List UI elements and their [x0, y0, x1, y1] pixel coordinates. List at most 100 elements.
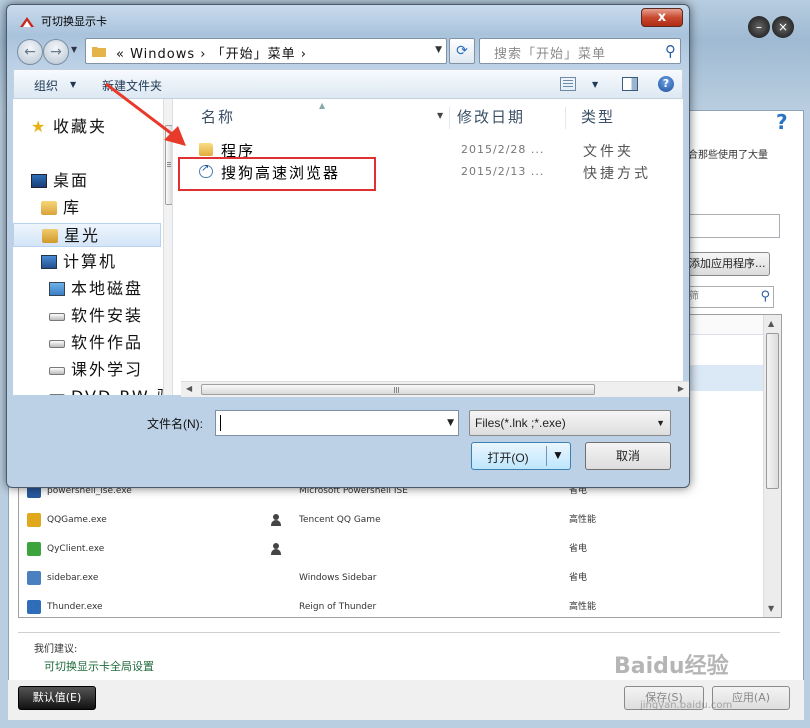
- breadcrumb[interactable]: « Windows › 「开始」菜单 ›: [116, 43, 307, 62]
- column-header-name[interactable]: 名称: [201, 99, 235, 135]
- graphics-preference[interactable]: 省电: [569, 568, 587, 588]
- nav-item-label: 本地磁盘: [71, 279, 144, 298]
- file-date: 2015/2/13 ...: [461, 165, 545, 178]
- nav-item-3[interactable]: 星光: [13, 223, 161, 247]
- graphics-preference[interactable]: 高性能: [569, 597, 596, 617]
- program-icon: [27, 542, 41, 556]
- horizontal-scrollbar[interactable]: ◀ ▶: [181, 381, 689, 397]
- refresh-button[interactable]: ⟳: [449, 38, 475, 64]
- background-input[interactable]: [688, 214, 780, 238]
- cancel-button[interactable]: 取消: [585, 442, 671, 470]
- view-options-icon[interactable]: [560, 77, 576, 91]
- highlight-box: [178, 157, 376, 191]
- nav-item-label: 收藏夹: [53, 117, 108, 136]
- global-settings-link[interactable]: 可切换显示卡全局设置: [44, 658, 154, 674]
- file-type: 快捷方式: [583, 166, 651, 182]
- table-row[interactable]: sidebar.exe Windows Sidebar 省电: [27, 568, 767, 588]
- nav-item-label: 计算机: [63, 252, 118, 271]
- organize-menu[interactable]: 组织: [34, 77, 58, 94]
- close-icon[interactable]: ×: [772, 16, 794, 38]
- graphics-preference[interactable]: 高性能: [569, 510, 596, 530]
- column-divider[interactable]: [565, 107, 566, 129]
- library-icon: [41, 201, 57, 215]
- search-icon[interactable]: ⚲: [665, 42, 676, 60]
- program-name: Thunder.exe: [47, 602, 103, 612]
- scroll-right-icon[interactable]: ▶: [678, 384, 684, 393]
- watermark: Baidu经验: [614, 654, 729, 679]
- back-button[interactable]: ←: [17, 39, 43, 65]
- filename-input[interactable]: ▼: [215, 410, 459, 436]
- user-icon: [271, 543, 281, 555]
- search-icon[interactable]: ⚲: [760, 289, 770, 305]
- nav-item-4[interactable]: 计算机: [13, 250, 161, 274]
- drive-icon: [49, 340, 65, 348]
- program-list-scrollbar[interactable]: ▲ ▼: [763, 315, 781, 617]
- file-type-select[interactable]: Files(*.lnk ;*.exe) ▼: [469, 410, 671, 436]
- history-dropdown-icon[interactable]: ▼: [71, 45, 77, 54]
- drive-icon: [49, 313, 65, 321]
- nav-item-7[interactable]: 软件作品: [13, 331, 161, 355]
- selected-row-highlight: [689, 365, 764, 391]
- chevron-down-icon[interactable]: ▼: [435, 45, 442, 55]
- table-row[interactable]: QQGame.exe Tencent QQ Game 高性能: [27, 510, 767, 530]
- user-folder-icon: [42, 229, 58, 243]
- program-description: Tencent QQ Game: [299, 515, 381, 525]
- nav-item-9[interactable]: DVD RW 驱: [13, 385, 172, 395]
- nav-item-label: 软件安装: [71, 306, 144, 325]
- desktop-icon: [31, 174, 47, 188]
- scrollbar-thumb[interactable]: [201, 384, 595, 395]
- default-button[interactable]: 默认值(E): [18, 686, 96, 710]
- filter-placeholder: 筛: [689, 291, 699, 302]
- chevron-down-icon[interactable]: ▼: [437, 111, 443, 120]
- scroll-up-icon[interactable]: ▲: [768, 319, 774, 328]
- nav-item-label: 软件作品: [71, 333, 144, 352]
- chevron-down-icon[interactable]: ▼: [70, 80, 76, 89]
- program-name: QyClient.exe: [47, 544, 105, 554]
- nav-item-6[interactable]: 软件安装: [13, 304, 161, 328]
- file-type-value: Files(*.lnk ;*.exe): [475, 416, 566, 430]
- nav-item-2[interactable]: 库: [13, 196, 161, 220]
- open-file-dialog: 可切换显示卡 x ← → ▼ « Windows › 「开始」菜单 › ▼ ⟳ …: [6, 4, 690, 488]
- program-description: Reign of Thunder: [299, 602, 377, 612]
- app-logo-icon: [20, 17, 34, 27]
- column-header-type[interactable]: 类型: [581, 99, 615, 135]
- preview-pane-icon[interactable]: [622, 77, 638, 91]
- nav-item-label: 桌面: [53, 171, 90, 190]
- star-icon: ★: [31, 117, 46, 136]
- scroll-down-icon[interactable]: ▼: [768, 604, 774, 613]
- nav-item-label: 库: [63, 198, 82, 217]
- minimize-icon[interactable]: –: [748, 16, 770, 38]
- open-dropdown-icon[interactable]: ▼: [552, 448, 564, 462]
- nav-item-label: 星光: [64, 226, 101, 245]
- file-list[interactable]: ▲ 名称 ▼ 修改日期 类型 程序2015/2/28 ...文件夹搜狗高速浏览器…: [173, 99, 683, 395]
- close-button[interactable]: x: [641, 8, 683, 27]
- table-row[interactable]: QyClient.exe 省电: [27, 539, 767, 559]
- open-button-label[interactable]: 打开(O): [472, 449, 544, 466]
- add-application-button[interactable]: 添加应用程序...: [686, 252, 770, 276]
- column-header-date[interactable]: 修改日期: [457, 99, 525, 135]
- file-type: 文件夹: [583, 144, 634, 160]
- computer-icon: [41, 255, 57, 269]
- graphics-preference[interactable]: 省电: [569, 539, 587, 559]
- scrollbar-thumb[interactable]: [766, 333, 779, 489]
- chevron-down-icon[interactable]: ▼: [656, 411, 665, 435]
- user-icon: [271, 514, 281, 526]
- address-bar[interactable]: « Windows › 「开始」菜单 › ▼: [85, 38, 447, 64]
- search-input[interactable]: 搜索「开始」菜单 ⚲: [479, 38, 681, 64]
- split-divider: [546, 446, 547, 466]
- nav-item-8[interactable]: 课外学习: [13, 358, 161, 382]
- program-icon: [27, 571, 41, 585]
- chevron-down-icon[interactable]: ▼: [592, 80, 598, 89]
- help-icon[interactable]: ?: [658, 76, 674, 92]
- help-icon[interactable]: ?: [776, 110, 788, 134]
- chevron-down-icon[interactable]: ▼: [447, 418, 454, 428]
- nav-item-5[interactable]: 本地磁盘: [13, 277, 161, 301]
- scroll-left-icon[interactable]: ◀: [186, 384, 192, 393]
- filter-input[interactable]: 筛 ⚲: [688, 286, 774, 308]
- column-divider[interactable]: [449, 107, 450, 129]
- nav-item-1[interactable]: 桌面: [13, 169, 161, 193]
- forward-button[interactable]: →: [43, 39, 69, 65]
- table-row[interactable]: Thunder.exe Reign of Thunder 高性能: [27, 597, 767, 617]
- open-button[interactable]: 打开(O) ▼: [471, 442, 571, 470]
- description-text: 合那些使用了大量: [688, 150, 768, 161]
